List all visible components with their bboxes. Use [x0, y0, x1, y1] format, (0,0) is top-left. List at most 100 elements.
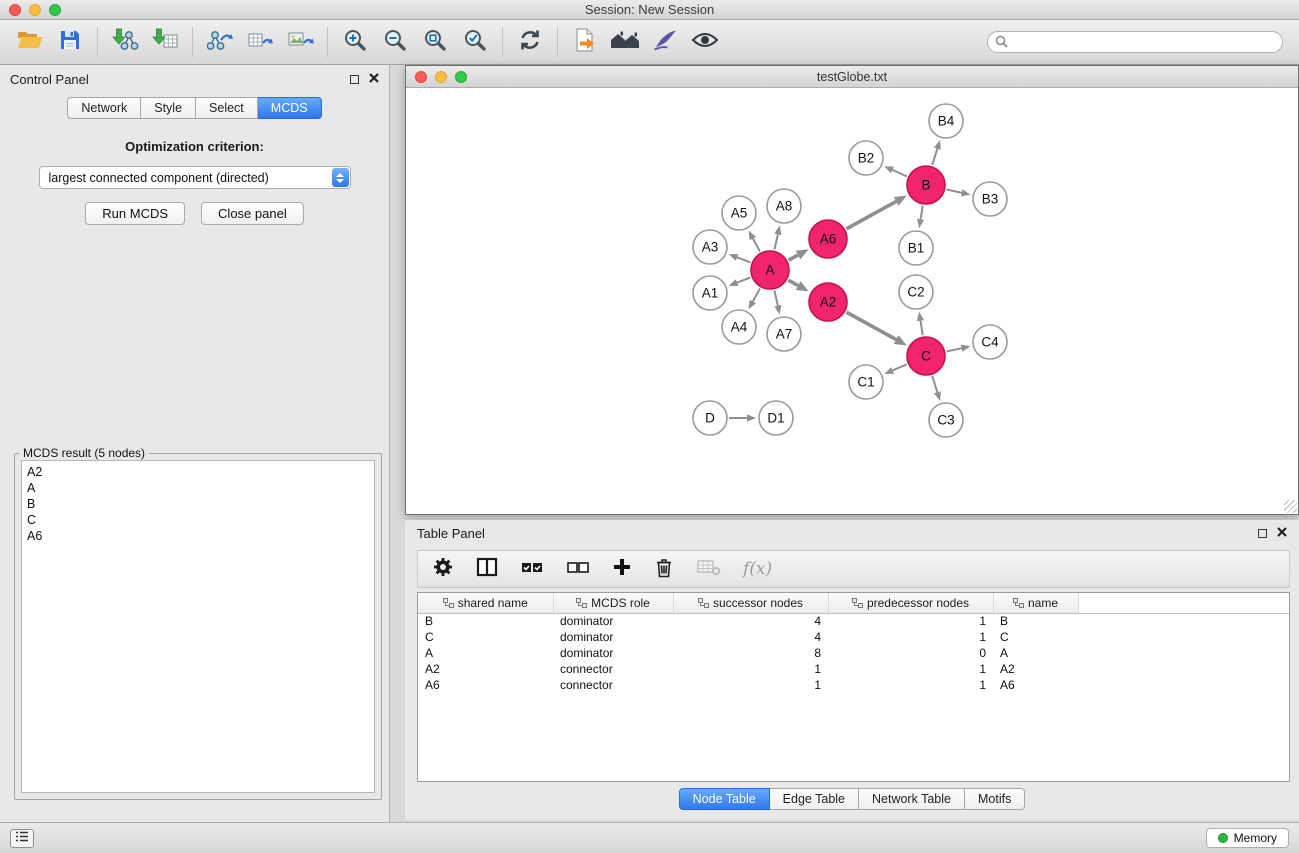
graph-node-C[interactable]: C [907, 337, 945, 375]
minimize-window-button[interactable] [29, 4, 41, 16]
graph-node-A6[interactable]: A6 [809, 220, 847, 258]
delete-column-button[interactable] [654, 556, 674, 583]
cell-MCDS-role[interactable]: connector [553, 661, 673, 677]
export-image-button[interactable] [280, 24, 320, 60]
tab-motifs[interactable]: Motifs [965, 788, 1025, 810]
cell-shared-name[interactable]: B [418, 613, 553, 629]
choose-columns-button[interactable] [476, 557, 498, 582]
add-column-button[interactable] [612, 557, 632, 582]
column-header-successor-nodes[interactable]: successor nodes [673, 593, 828, 613]
graph-node-A1[interactable]: A1 [693, 276, 727, 310]
zoom-window-button[interactable] [49, 4, 61, 16]
result-list-item[interactable]: A [27, 480, 369, 496]
network-close-button[interactable] [415, 71, 427, 83]
graph-node-D[interactable]: D [693, 401, 727, 435]
graph-node-A2[interactable]: A2 [809, 283, 847, 321]
cell-shared-name[interactable]: C [418, 629, 553, 645]
tab-node-table[interactable]: Node Table [679, 788, 770, 810]
cell-predecessor-nodes[interactable]: 1 [828, 661, 993, 677]
criterion-dropdown[interactable]: largest connected component (directed) [39, 166, 351, 189]
graph-node-C1[interactable]: C1 [849, 365, 883, 399]
select-all-rows-button[interactable] [520, 558, 544, 581]
import-network-from-file-button[interactable] [105, 24, 145, 60]
tab-style[interactable]: Style [141, 97, 196, 119]
zoom-fit-button[interactable] [415, 24, 455, 60]
tab-edge-table[interactable]: Edge Table [770, 788, 859, 810]
node-table[interactable]: shared nameMCDS rolesuccessor nodesprede… [417, 592, 1290, 782]
table-row[interactable]: Cdominator41C [418, 629, 1289, 645]
cell-successor-nodes[interactable]: 1 [673, 661, 828, 677]
cell-predecessor-nodes[interactable]: 0 [828, 645, 993, 661]
result-list-item[interactable]: B [27, 496, 369, 512]
cell-successor-nodes[interactable]: 4 [673, 613, 828, 629]
cell-successor-nodes[interactable]: 1 [673, 677, 828, 693]
graph-node-B2[interactable]: B2 [849, 141, 883, 175]
graph-node-D1[interactable]: D1 [759, 401, 793, 435]
cell-name[interactable]: A6 [993, 677, 1078, 693]
network-canvas[interactable]: B4B2BB3A5A8A6B1A3AC2A1A2A4A7C4CC1C3DD1 [406, 88, 1298, 514]
graph-node-B[interactable]: B [907, 166, 945, 204]
cell-MCDS-role[interactable]: dominator [553, 645, 673, 661]
save-session-button[interactable] [50, 24, 90, 60]
function-builder-button[interactable]: f(x) [743, 559, 772, 579]
tab-select[interactable]: Select [196, 97, 258, 119]
zoom-out-button[interactable] [375, 24, 415, 60]
tab-network-table[interactable]: Network Table [859, 788, 965, 810]
network-zoom-button[interactable] [455, 71, 467, 83]
column-header-shared-name[interactable]: shared name [418, 593, 553, 613]
refresh-button[interactable] [510, 24, 550, 60]
export-network-button[interactable] [200, 24, 240, 60]
network-minimize-button[interactable] [435, 71, 447, 83]
cell-MCDS-role[interactable]: dominator [553, 629, 673, 645]
delete-table-button[interactable] [696, 557, 721, 582]
cell-MCDS-role[interactable]: connector [553, 677, 673, 693]
window-resize-grip[interactable] [1284, 500, 1297, 513]
cell-name[interactable]: A [993, 645, 1078, 661]
graph-node-A7[interactable]: A7 [767, 317, 801, 351]
cell-shared-name[interactable]: A2 [418, 661, 553, 677]
table-row[interactable]: A2connector11A2 [418, 661, 1289, 677]
show-hide-panel-button[interactable] [685, 24, 725, 60]
zoom-in-button[interactable] [335, 24, 375, 60]
graph-node-B4[interactable]: B4 [929, 104, 963, 138]
cell-shared-name[interactable]: A6 [418, 677, 553, 693]
cell-name[interactable]: B [993, 613, 1078, 629]
result-list-item[interactable]: A2 [27, 464, 369, 480]
cell-shared-name[interactable]: A [418, 645, 553, 661]
graph-node-A[interactable]: A [751, 251, 789, 289]
cell-name[interactable]: C [993, 629, 1078, 645]
graph-node-A4[interactable]: A4 [722, 310, 756, 344]
cell-predecessor-nodes[interactable]: 1 [828, 613, 993, 629]
column-header-name[interactable]: name [993, 593, 1078, 613]
cell-successor-nodes[interactable]: 8 [673, 645, 828, 661]
table-settings-button[interactable] [432, 556, 454, 583]
close-panel-icon[interactable] [369, 70, 379, 88]
graph-node-C3[interactable]: C3 [929, 403, 963, 437]
graph-node-B3[interactable]: B3 [973, 182, 1007, 216]
task-history-button[interactable] [10, 829, 34, 848]
cell-predecessor-nodes[interactable]: 1 [828, 629, 993, 645]
table-row[interactable]: A6connector11A6 [418, 677, 1289, 693]
tab-network[interactable]: Network [67, 97, 141, 119]
graph-node-A5[interactable]: A5 [722, 196, 756, 230]
close-panel-button[interactable]: Close panel [201, 202, 304, 225]
import-table-from-file-button[interactable] [145, 24, 185, 60]
result-list-item[interactable]: C [27, 512, 369, 528]
graph-node-B1[interactable]: B1 [899, 231, 933, 265]
result-list-item[interactable]: A6 [27, 528, 369, 544]
close-window-button[interactable] [9, 4, 21, 16]
close-table-panel-icon[interactable] [1277, 524, 1287, 542]
open-session-button[interactable] [10, 24, 50, 60]
column-header-MCDS-role[interactable]: MCDS role [553, 593, 673, 613]
cell-name[interactable]: A2 [993, 661, 1078, 677]
float-panel-icon[interactable] [350, 75, 359, 84]
annotation-pen-button[interactable] [645, 24, 685, 60]
float-table-panel-icon[interactable] [1258, 529, 1267, 538]
table-row[interactable]: Bdominator41B [418, 613, 1289, 629]
tab-mcds[interactable]: MCDS [258, 97, 322, 119]
table-row[interactable]: Adominator80A [418, 645, 1289, 661]
run-mcds-button[interactable]: Run MCDS [85, 202, 185, 225]
show-network-overview-button[interactable] [605, 24, 645, 60]
zoom-selected-button[interactable] [455, 24, 495, 60]
open-recent-session-button[interactable] [565, 24, 605, 60]
